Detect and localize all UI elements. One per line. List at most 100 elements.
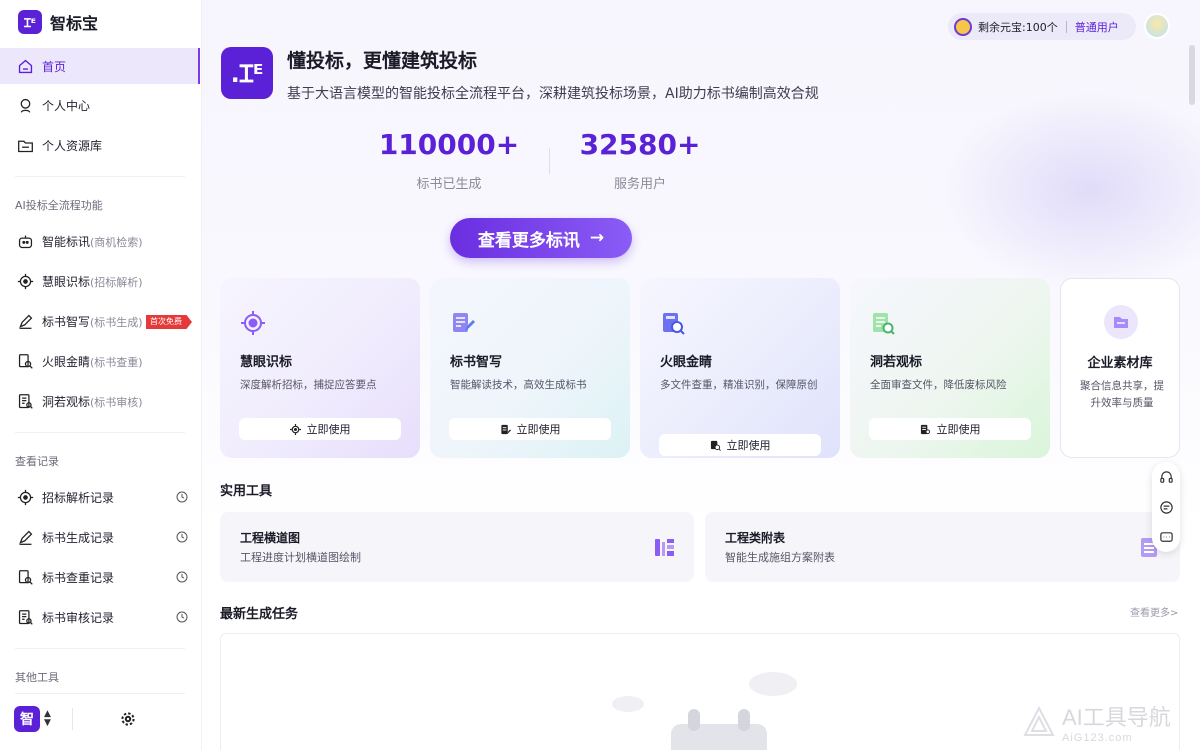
sidebar-item-label: 慧眼识标(招标解析) — [42, 274, 143, 289]
sidebar-item-label: 智能标讯(商机检索) — [42, 234, 143, 249]
button-label: 立即使用 — [516, 423, 561, 436]
logo-icon: Ɪᴱ — [18, 10, 42, 34]
chat-icon[interactable] — [1159, 530, 1174, 545]
feature-card-write[interactable]: 标书智写 智能解读技术，高效生成标书 立即使用 — [430, 278, 630, 458]
sidebar-divider — [15, 176, 185, 177]
balance-pill[interactable]: 剩余元宝: 100个 普通用户 — [948, 13, 1136, 40]
workspace-switcher[interactable]: 智 ▲ ▼ — [14, 706, 51, 732]
sidebar-item-review[interactable]: 洞若观标(标书审核) — [0, 383, 200, 419]
feature-card-review[interactable]: 洞若观标 全面审查文件，降低废标风险 立即使用 — [850, 278, 1050, 458]
bottom-divider — [72, 708, 73, 730]
sidebar-item-label: 首页 — [42, 59, 67, 74]
doc-search-icon — [663, 313, 685, 335]
section-title-history: 查看记录 — [15, 455, 59, 468]
floating-toolbar — [1152, 462, 1180, 552]
feature-card-dup-check[interactable]: 火眼金睛 多文件查重，精准识别，保障原创 立即使用 — [640, 278, 840, 458]
stat-users: 32580+ 服务用户 — [550, 128, 730, 192]
card-title: 慧眼识标 — [240, 355, 293, 370]
watermark-url: AiG123.com — [1062, 732, 1133, 744]
watermark-logo — [1023, 705, 1055, 736]
sidebar-item-label: 标书查重记录 — [42, 570, 115, 585]
button-label: 立即使用 — [306, 423, 351, 436]
card-desc: 智能解读技术，高效生成标书 — [450, 379, 587, 391]
card-title: 洞若观标 — [870, 355, 923, 370]
stat-label: 服务用户 — [613, 177, 666, 192]
hero-logo: .Ɪᴱ — [221, 47, 273, 99]
doc-write-icon — [453, 313, 475, 332]
tool-title: 工程横道图 — [240, 531, 301, 545]
sidebar-item-label: 个人中心 — [42, 98, 91, 113]
sidebar-item-smart-bid[interactable]: 智能标讯(商机检索) — [0, 223, 200, 259]
sidebar-item-plagiarism[interactable]: 火眼金睛(标书查重) — [0, 343, 200, 379]
sidebar-item-home[interactable]: 首页 — [0, 48, 200, 84]
gear-icon[interactable] — [120, 711, 136, 727]
hero-title: 懂投标，更懂建筑投标 — [287, 50, 478, 72]
card-desc: 多文件查重，精准识别，保障原创 — [660, 379, 818, 391]
sidebar-item-review-history[interactable]: 标书审核记录 — [0, 599, 200, 635]
tool-card-gantt[interactable]: 工程横道图 工程进度计划横道图绘制 — [220, 512, 694, 582]
target-icon — [241, 311, 265, 335]
use-now-button[interactable]: 立即使用 — [449, 418, 611, 440]
view-more-link[interactable]: 查看更多> — [1130, 604, 1178, 619]
history-icon — [176, 571, 188, 583]
home-icon — [16, 57, 34, 75]
sidebar-item-parse-history[interactable]: 招标解析记录 — [0, 479, 200, 515]
use-now-button[interactable]: 立即使用 — [869, 418, 1031, 440]
feature-card-parse[interactable]: 慧眼识标 深度解析招标，捕捉应答要点 立即使用 — [220, 278, 420, 458]
coin-icon — [954, 17, 972, 36]
gantt-icon — [655, 539, 674, 556]
use-now-button[interactable]: 立即使用 — [659, 434, 821, 456]
sidebar-item-label: 个人资源库 — [42, 138, 103, 153]
sidebar-divider — [15, 693, 185, 694]
button-label: 立即使用 — [936, 423, 981, 436]
tool-title: 工程类附表 — [725, 531, 786, 545]
doc-review-icon — [873, 313, 895, 335]
card-title: 火眼金睛 — [660, 355, 713, 370]
doc-review-icon — [16, 392, 34, 410]
stat-generated: 110000+ 标书已生成 — [359, 128, 539, 192]
tools-section-title: 实用工具 — [220, 484, 273, 499]
folder-icon — [16, 136, 34, 154]
watermark: AI工具导航 AiG123.com — [1022, 700, 1171, 744]
sidebar-item-label: 标书生成记录 — [42, 530, 115, 545]
target-icon — [16, 272, 34, 290]
view-more-bids-button[interactable]: 查看更多标讯 → — [450, 218, 632, 258]
sidebar-item-profile[interactable]: 个人中心 — [0, 87, 200, 123]
history-icon — [176, 531, 188, 543]
pill-divider — [1065, 20, 1067, 33]
feedback-icon[interactable] — [1159, 500, 1174, 515]
user-icon — [16, 96, 34, 114]
sidebar-item-label: 标书审核记录 — [42, 610, 115, 625]
doc-review-icon — [16, 608, 34, 626]
sidebar-item-gen-history[interactable]: 标书生成记录 — [0, 519, 200, 555]
doc-search-icon — [16, 568, 34, 586]
tool-card-tables[interactable]: 工程类附表 智能生成施组方案附表 — [705, 512, 1180, 582]
chevron-updown-icon: ▲ ▼ — [44, 709, 51, 728]
sidebar-divider — [15, 648, 185, 649]
watermark-text: AI工具导航 — [1062, 705, 1171, 730]
doc-search-icon — [710, 440, 721, 451]
card-desc: 全面审查文件，降低废标风险 — [870, 379, 1007, 391]
sidebar-item-label: 火眼金睛(标书查重) — [42, 354, 143, 369]
use-now-button[interactable]: 立即使用 — [239, 418, 401, 440]
sidebar-item-label: 洞若观标(标书审核) — [42, 394, 143, 409]
bot-icon — [16, 232, 34, 250]
sidebar-item-resources[interactable]: 个人资源库 — [0, 127, 200, 163]
sidebar-item-dup-history[interactable]: 标书查重记录 — [0, 559, 200, 595]
history-icon — [176, 491, 188, 503]
avatar[interactable] — [1144, 13, 1170, 39]
card-title: 标书智写 — [450, 355, 503, 370]
balance-label: 剩余元宝: — [978, 20, 1026, 34]
target-icon — [289, 423, 301, 435]
stat-label: 标书已生成 — [416, 177, 482, 192]
free-badge: 首次免费 — [146, 315, 192, 329]
sidebar: Ɪᴱ 智标宝 首页 个人中心 个人资源库 AI投标全流程功能 智能标讯(商机检索… — [0, 0, 202, 750]
feature-card-materials[interactable]: 企业素材库 聚合信息共享，提升效率与质量 — [1060, 278, 1180, 458]
scrollbar[interactable] — [1189, 45, 1195, 105]
app-logo[interactable]: Ɪᴱ 智标宝 — [18, 10, 98, 34]
sidebar-item-tender-parse[interactable]: 慧眼识标(招标解析) — [0, 263, 200, 299]
section-title-other: 其他工具 — [15, 671, 59, 684]
workspace-avatar: 智 — [14, 706, 40, 732]
headset-icon[interactable] — [1159, 470, 1174, 485]
tool-desc: 工程进度计划横道图绘制 — [240, 551, 361, 564]
